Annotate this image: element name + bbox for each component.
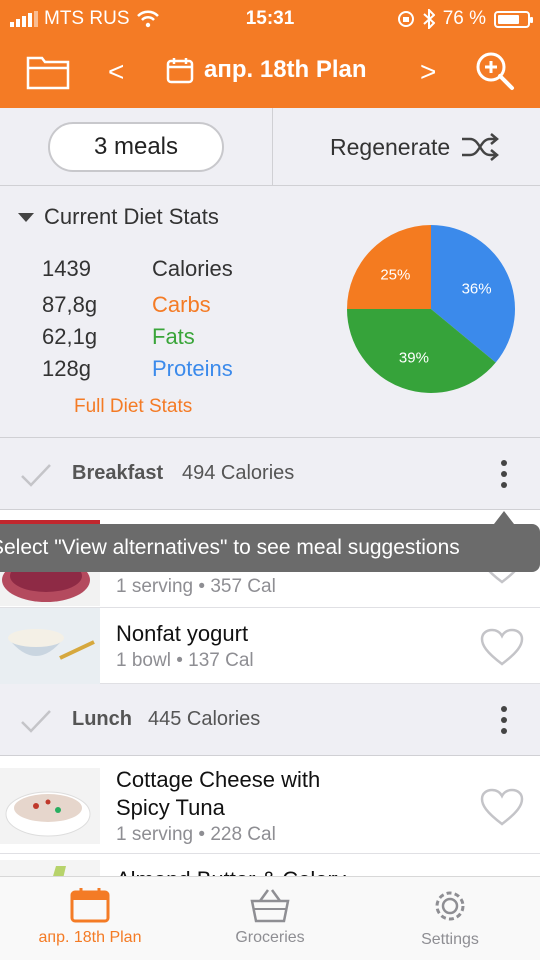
calendar-icon [166, 58, 194, 84]
meal-calories: 494 Calories [182, 462, 295, 484]
stat-label: Carbs [152, 292, 211, 317]
meal-section-lunch: Lunch 445 Calories [0, 684, 540, 756]
app-header: MTS RUS 15:31 76 % < апр. 18th Plan > [0, 0, 540, 108]
tooltip-arrow [494, 511, 514, 524]
status-bar: MTS RUS 15:31 76 % [0, 6, 540, 34]
plan-title-label: апр. 18th Plan [204, 56, 367, 83]
stat-value: 62,1g [42, 324, 98, 349]
calendar-icon [70, 888, 110, 923]
food-thumbnail [0, 608, 100, 684]
stat-row-proteins: 128g Proteins [42, 356, 233, 382]
macro-pie-chart: 36% 39% 25% [347, 225, 515, 393]
more-options-icon[interactable] [494, 704, 514, 736]
food-serving: 1 bowl • 137 Cal [116, 650, 254, 671]
stat-label: Calories [152, 256, 233, 281]
shuffle-icon [462, 133, 500, 161]
meal-controls: 3 meals Regenerate [0, 108, 540, 186]
tab-bar: апр. 18th Plan Groceries Settings [0, 876, 540, 960]
pie-label-fats: 39% [399, 349, 429, 366]
tab-plan[interactable]: апр. 18th Plan [0, 887, 180, 947]
food-thumbnail [0, 768, 100, 844]
checkmark-icon[interactable] [20, 462, 52, 488]
collapse-triangle-icon [18, 212, 34, 222]
stat-row-fats: 62,1g Fats [42, 324, 195, 350]
stat-value: 87,8g [42, 292, 98, 317]
next-day-button[interactable]: > [420, 56, 436, 88]
food-serving: 1 serving • 228 Cal [116, 824, 276, 845]
diet-stats-toggle[interactable]: Current Diet Stats [18, 204, 219, 230]
diet-stats-heading: Current Diet Stats [44, 204, 219, 229]
tab-label: Groceries [235, 929, 305, 946]
food-item[interactable]: Cottage Cheese with Spicy Tuna 1 serving… [0, 756, 540, 854]
more-options-icon[interactable] [494, 458, 514, 490]
food-name: Cottage Cheese with Spicy Tuna [116, 767, 321, 820]
zoom-in-icon[interactable] [474, 50, 516, 92]
gear-icon [435, 891, 465, 921]
stat-value: 128g [42, 356, 91, 381]
full-diet-stats-link[interactable]: Full Diet Stats [74, 396, 192, 418]
stat-label: Proteins [152, 356, 233, 381]
pie-label-proteins: 36% [462, 281, 492, 298]
regenerate-button[interactable]: Regenerate [330, 132, 500, 162]
tab-label: Settings [421, 931, 479, 948]
previous-day-button[interactable]: < [108, 56, 124, 88]
meals-count-button[interactable]: 3 meals [48, 122, 224, 172]
stat-row-calories: 1439 Calories [42, 256, 233, 282]
tab-label: апр. 18th Plan [38, 929, 142, 946]
tab-groceries[interactable]: Groceries [180, 887, 360, 947]
plan-title[interactable]: апр. 18th Plan [166, 56, 367, 84]
heart-icon[interactable] [480, 788, 524, 828]
stat-row-carbs: 87,8g Carbs [42, 292, 211, 318]
battery-icon [494, 10, 533, 28]
divider [272, 108, 273, 186]
meal-name: Lunch [72, 708, 132, 730]
orientation-lock-icon [397, 11, 414, 27]
view-alternatives-tooltip[interactable]: Select "View alternatives" to see meal s… [0, 524, 540, 572]
bluetooth-icon [423, 9, 435, 29]
folder-icon[interactable] [26, 52, 70, 90]
tab-settings[interactable]: Settings [360, 887, 540, 949]
stat-label: Fats [152, 324, 195, 349]
diet-stats-panel: Current Diet Stats 1439 Calories 87,8g C… [0, 186, 540, 438]
stat-value: 1439 [42, 256, 91, 281]
food-serving: 1 serving • 357 Cal [116, 576, 276, 597]
battery-label: 76 % [442, 8, 486, 29]
meal-name: Breakfast [72, 462, 164, 484]
basket-icon [250, 889, 290, 923]
regenerate-label: Regenerate [330, 133, 451, 160]
heart-icon[interactable] [480, 628, 524, 668]
food-item[interactable]: Nonfat yogurt 1 bowl • 137 Cal [0, 608, 540, 684]
meal-section-breakfast: Breakfast 494 Calories [0, 438, 540, 510]
tooltip-text: Select "View alternatives" to see meal s… [0, 536, 460, 559]
meal-calories: 445 Calories [148, 708, 261, 730]
pie-label-carbs: 25% [380, 266, 410, 283]
food-name: Nonfat yogurt [116, 621, 249, 646]
checkmark-icon[interactable] [20, 708, 52, 734]
plan-navigation: < апр. 18th Plan > [0, 44, 540, 100]
